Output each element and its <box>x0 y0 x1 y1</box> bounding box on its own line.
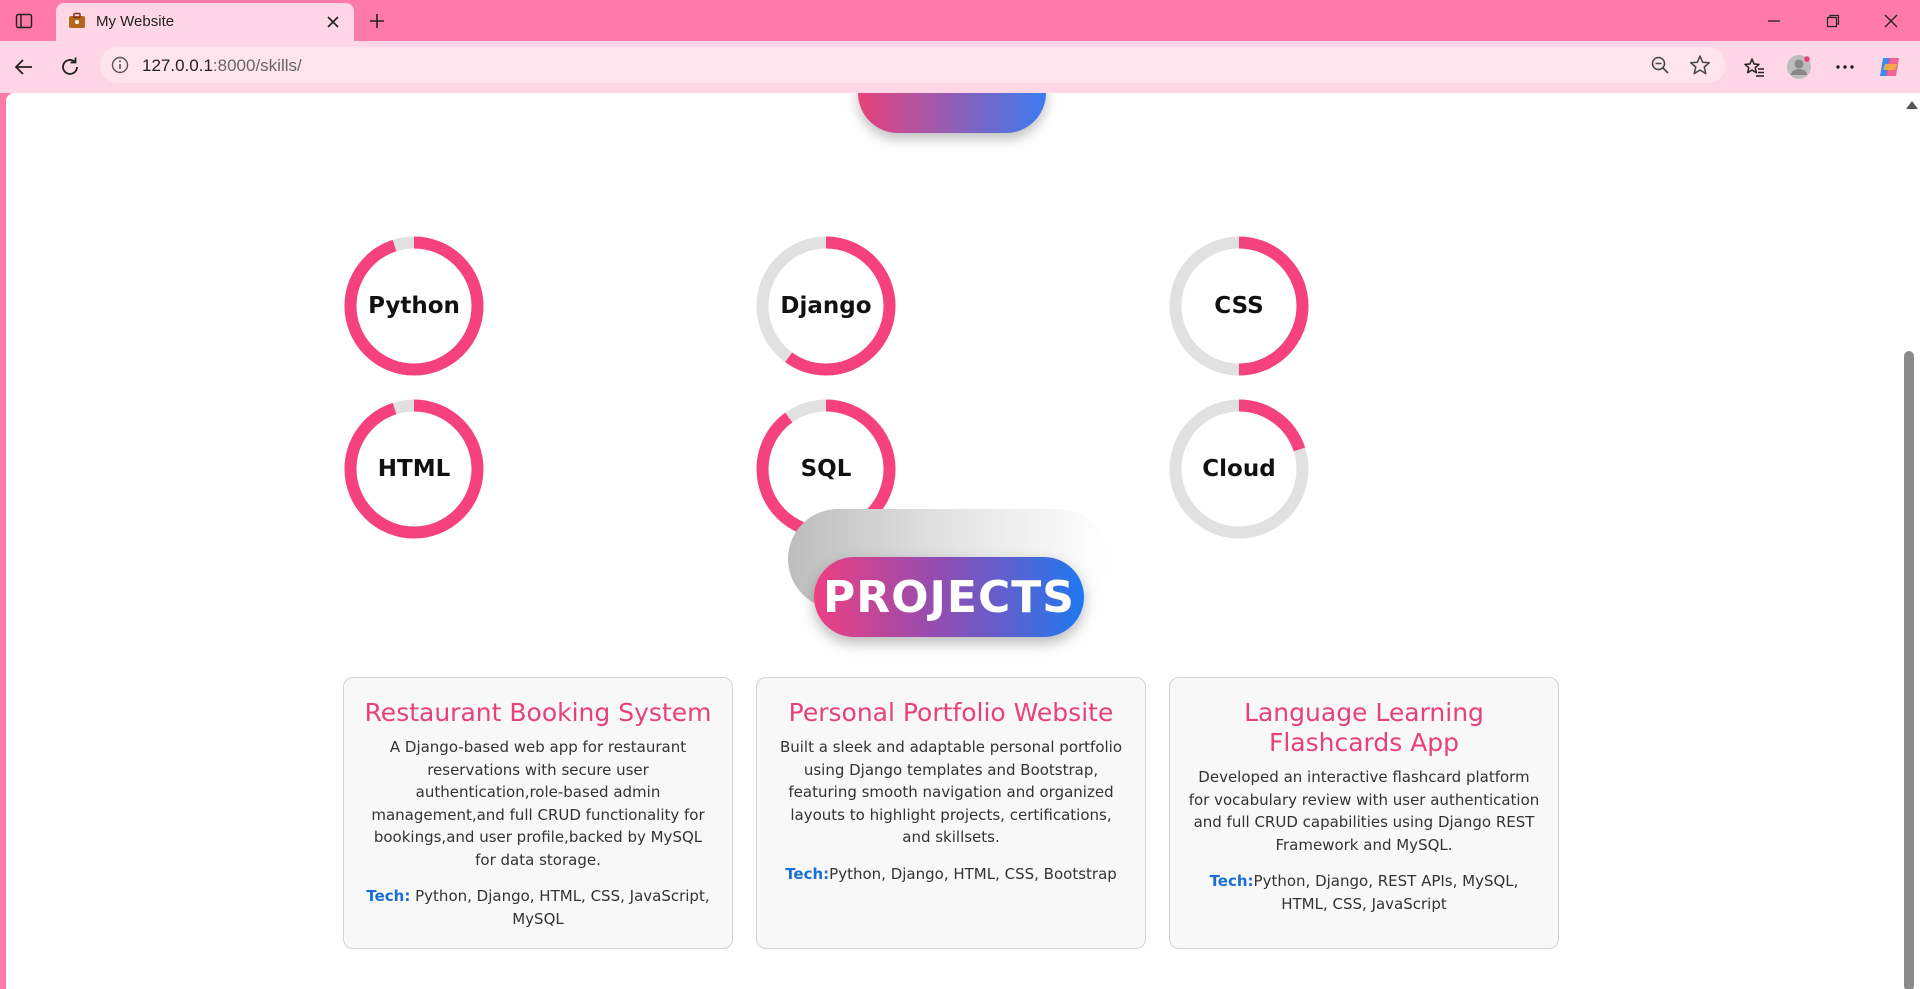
page-viewport: Python Django CSS HTML SQL Cloud PROJECTS Res… <box>6 93 1900 989</box>
more-options-icon[interactable] <box>1831 53 1859 81</box>
tab-strip: My Website <box>0 0 1920 41</box>
scroll-up-arrow-icon[interactable] <box>1906 101 1918 109</box>
project-description: Developed an interactive flashcard platf… <box>1188 768 1540 854</box>
scroll-thumb[interactable] <box>1904 351 1914 989</box>
tech-list: Python, Django, HTML, CSS, Bootstrap <box>829 864 1117 883</box>
tech-list: Python, Django, REST APIs, MySQL, HTML, … <box>1253 872 1519 913</box>
project-card: Language Learning Flashcards App Develope… <box>1169 677 1559 949</box>
skill-ring-python: Python <box>343 235 485 377</box>
profile-avatar-icon[interactable] <box>1785 53 1813 81</box>
project-description: A Django-based web app for restaurant re… <box>371 738 705 869</box>
new-tab-icon[interactable] <box>364 8 390 34</box>
project-tech: Tech: Python, Django, HTML, CSS, JavaScr… <box>362 885 714 930</box>
project-card: Restaurant Booking System A Django-based … <box>343 677 733 949</box>
project-title: Restaurant Booking System <box>364 698 712 727</box>
project-description: Built a sleek and adaptable personal por… <box>779 738 1123 846</box>
copilot-icon[interactable] <box>1876 53 1904 81</box>
skill-ring-css: CSS <box>1168 235 1310 377</box>
projects-title: PROJECTS <box>814 557 1084 637</box>
zoom-out-icon[interactable] <box>1649 54 1671 76</box>
project-tech: Tech:Python, Django, REST APIs, MySQL, H… <box>1188 870 1540 915</box>
skill-label: Django <box>780 293 872 319</box>
favorites-icon[interactable] <box>1740 53 1768 81</box>
site-favicon-icon <box>68 12 86 30</box>
sidebar-toggle-icon[interactable] <box>12 9 36 33</box>
skill-label: Python <box>368 293 460 319</box>
skill-label: Cloud <box>1202 456 1276 482</box>
project-title: Personal Portfolio Website <box>788 698 1114 727</box>
restore-icon[interactable] <box>1818 8 1848 34</box>
tab-title: My Website <box>96 13 175 30</box>
project-tech: Tech:Python, Django, HTML, CSS, Bootstra… <box>775 863 1127 886</box>
project-title: Language Learning Flashcards App <box>1244 698 1484 757</box>
skill-ring-cloud: Cloud <box>1168 398 1310 540</box>
site-info-icon[interactable] <box>110 55 130 75</box>
close-tab-icon[interactable] <box>322 11 344 33</box>
skill-label: HTML <box>377 456 451 482</box>
url-text: 127.0.0.1:8000/skills/ <box>142 56 302 76</box>
tech-label: Tech: <box>366 887 411 905</box>
active-tab[interactable]: My Website <box>56 3 354 41</box>
skills-heading-pill <box>858 93 1046 133</box>
close-window-icon[interactable] <box>1876 8 1906 34</box>
minimize-icon[interactable] <box>1759 8 1789 34</box>
skill-ring-django: Django <box>755 235 897 377</box>
url-host: 127.0.0.1 <box>142 56 213 75</box>
tech-label: Tech: <box>785 864 830 883</box>
projects-heading: PROJECTS <box>788 509 1118 639</box>
skill-label: CSS <box>1214 293 1264 319</box>
address-bar[interactable]: 127.0.0.1:8000/skills/ <box>100 47 1726 83</box>
skill-ring-html: HTML <box>343 398 485 540</box>
browser-toolbar: 127.0.0.1:8000/skills/ <box>0 41 1920 93</box>
project-card: Personal Portfolio Website Built a sleek … <box>756 677 1146 949</box>
tech-list: Python, Django, HTML, CSS, JavaScript, M… <box>410 887 710 928</box>
reload-icon[interactable] <box>56 53 84 81</box>
favorite-star-icon[interactable] <box>1689 54 1711 76</box>
page-scrollbar[interactable] <box>1900 93 1920 989</box>
tech-label: Tech: <box>1209 872 1254 890</box>
url-path: :8000/skills/ <box>212 56 302 75</box>
back-arrow-icon[interactable] <box>10 53 38 81</box>
